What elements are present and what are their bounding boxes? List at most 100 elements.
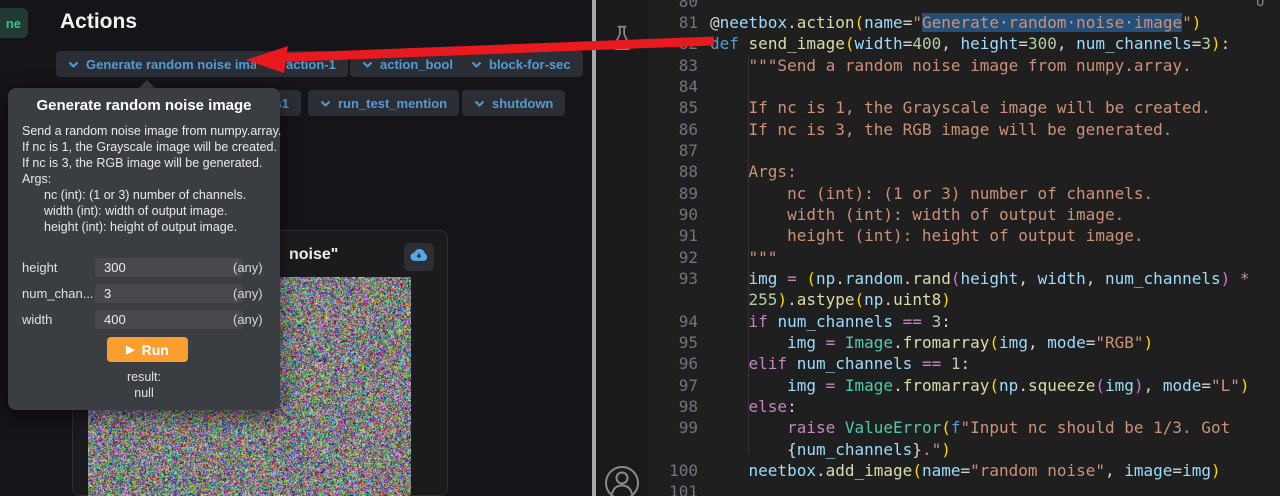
code-line: 84 [648,76,1280,98]
line-number: 94 [648,311,698,332]
code-line: 85 If nc is 1, the Grayscale image will … [648,97,1280,119]
account-button[interactable] [601,462,643,496]
line-number: 93 [648,268,698,289]
code-line: 80 [648,0,1280,13]
chevron-down-icon [474,96,485,111]
action-button-action-1[interactable]: action-1 [256,51,348,77]
code-line: 88 Args: [648,161,1280,183]
line-number: 81 [648,12,698,33]
code-line: 83 """Send a random noise image from num… [648,55,1280,77]
code-line: 98 else: [648,396,1280,418]
tooltip-description-line: Args: [22,172,51,186]
action-button-label: run_test_mention [338,96,447,111]
field-input-height[interactable] [95,258,243,277]
result-label: result: [8,370,280,384]
chevron-down-icon [320,96,331,111]
code-line-text: """ [710,247,777,268]
action-button-action-bool[interactable]: action_bool [350,51,465,77]
line-number: 88 [648,161,698,182]
line-number: 96 [648,353,698,374]
line-number: 82 [648,33,698,54]
action-button-label: Generate random noise image [86,57,272,72]
run-button-label: Run [142,342,169,358]
neetbox-dashboard-pane: ne Actions Generate random noise image ac… [0,0,592,496]
line-number: 80 [648,0,698,12]
line-number: 83 [648,55,698,76]
action-button-block-for-sec[interactable]: block-for-sec [459,51,583,77]
code-line-text: width (int): width of output image. [710,204,1124,225]
code-line-text: img = Image.fromarray(img, mode="RGB") [710,332,1153,353]
clipped-text-artifact: U [1256,0,1264,10]
line-number: 97 [648,375,698,396]
code-line-text: """Send a random noise image from numpy.… [710,55,1192,76]
line-number: 87 [648,140,698,161]
line-number: 101 [648,481,698,496]
code-line: 91 height (int): height of output image. [648,225,1280,247]
action-button-label: block-for-sec [489,57,571,72]
project-tag[interactable]: ne [0,8,28,38]
chevron-down-icon [471,57,482,72]
line-number: 85 [648,97,698,118]
actions-heading: Actions [60,10,137,34]
code-line-text: nc (int): (1 or 3) number of channels. [710,183,1153,204]
action-button-shutdown[interactable]: shutdown [462,90,565,116]
code-line-text: elif num_channels == 1: [710,353,970,374]
code-line-text: img = (np.random.rand(height, width, num… [710,268,1250,289]
code-line: 97 img = Image.fromarray(np.squeeze(img)… [648,375,1280,397]
tooltip-description-line: If nc is 3, the RGB image will be genera… [22,156,262,170]
line-number: 84 [648,76,698,97]
tooltip-description-line: nc (int): (1 or 3) number of channels. [44,188,246,202]
code-line: 86 If nc is 3, the RGB image will be gen… [648,119,1280,141]
tooltip-description-line: height (int): height of output image. [44,220,237,234]
code-line-text: height (int): height of output image. [710,225,1143,246]
line-number: 95 [648,332,698,353]
testing-flask-button[interactable] [606,24,638,56]
run-button[interactable]: ▶ Run [107,337,188,362]
account-icon [601,491,643,496]
code-line-text: def send_image(width=400, height=300, nu… [710,33,1230,54]
line-number: 92 [648,247,698,268]
field-label-height: height [22,260,94,275]
code-line: 89 nc (int): (1 or 3) number of channels… [648,183,1280,205]
code-line: 95 img = Image.fromarray(img, mode="RGB"… [648,332,1280,354]
field-type-hint: (any) [233,286,263,301]
action-button-label: action-1 [286,57,336,72]
field-type-hint: (any) [233,260,263,275]
code-line-text: 255).astype(np.uint8) [710,289,951,310]
cloud-download-icon [410,248,428,267]
action-tooltip: Generate random noise image Send a rando… [8,88,280,410]
code-line: 82 def send_image(width=400, height=300, … [648,33,1280,55]
chevron-down-icon [268,57,279,72]
play-icon: ▶ [126,343,134,356]
tooltip-description-line: If nc is 1, the Grayscale image will be … [22,140,277,154]
window-divider[interactable] [592,0,596,496]
code-line: {num_channels}.") [648,439,1280,461]
code-line: 99 raise ValueError(f"Input nc should be… [648,417,1280,439]
code-line-text: @neetbox.action(name="Generate·random·no… [710,12,1201,33]
chevron-down-icon [362,57,373,72]
code-line: 92 """ [648,247,1280,269]
action-button-generate-random-noise-image[interactable]: Generate random noise image [56,51,284,77]
code-line-text: if num_channels == 3: [710,311,951,332]
line-number: 91 [648,225,698,246]
field-input-width[interactable] [95,310,243,329]
field-type-hint: (any) [233,312,263,327]
image-card-title: noise" [289,246,338,264]
action-button-run-test-mention[interactable]: run_test_mention [308,90,459,116]
code-line: 93 img = (np.random.rand(height, width, … [648,268,1280,290]
code-line: 81 @neetbox.action(name="Generate·random·… [648,12,1280,34]
code-line-text: If nc is 1, the Grayscale image will be … [710,97,1211,118]
code-line-text: neetbox.add_image(name="random noise", i… [710,460,1221,481]
code-editor[interactable]: 8081 @neetbox.action(name="Generate·rando… [648,0,1280,496]
code-line-text: raise ValueError(f"Input nc should be 1/… [710,417,1240,438]
line-number: 86 [648,119,698,140]
line-number: 99 [648,417,698,438]
download-image-button[interactable] [404,243,434,271]
field-input-num-chan-[interactable] [95,284,243,303]
tooltip-description-line: Send a random noise image from numpy.arr… [22,124,281,138]
line-number: 98 [648,396,698,417]
field-label-width: width [22,312,94,327]
code-line: 100 neetbox.add_image(name="random noise… [648,460,1280,482]
chevron-down-icon [68,57,79,72]
code-line-text: Args: [710,161,797,182]
